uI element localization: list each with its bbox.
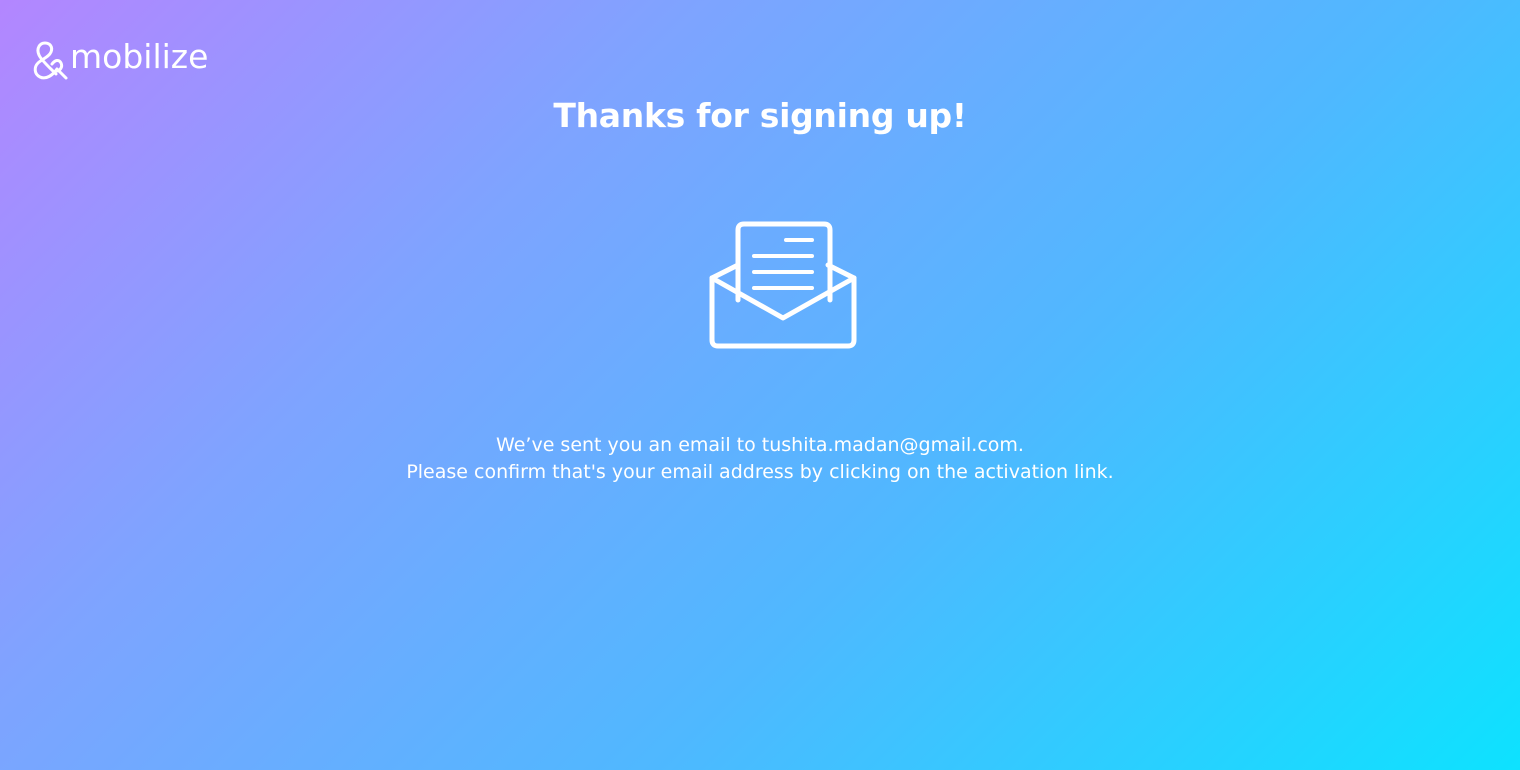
open-envelope-icon	[709, 221, 857, 349]
ampersand-logo-icon	[33, 41, 68, 80]
brand-logo[interactable]: mobilize	[30, 37, 209, 82]
brand-name: mobilize	[70, 37, 209, 76]
page-title: Thanks for signing up!	[553, 96, 967, 135]
confirmation-message: We’ve sent you an email to tushita.madan…	[0, 432, 1520, 486]
message-line-email: We’ve sent you an email to tushita.madan…	[496, 434, 1024, 456]
message-line-instructions: Please confirm that's your email address…	[406, 461, 1114, 483]
